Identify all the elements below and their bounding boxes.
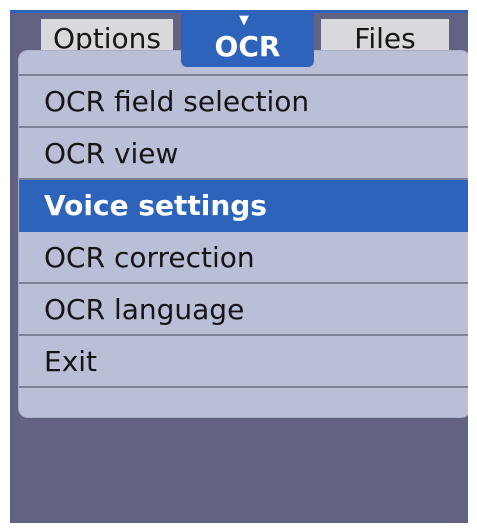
app-screen: Options Files OCR field selection OCR vi… [10, 10, 468, 523]
menu-item-label: OCR view [44, 137, 179, 170]
ocr-menu-panel: OCR field selection OCR view Voice setti… [18, 50, 468, 418]
menu-item-label: OCR field selection [44, 85, 310, 118]
menu-bottom-spacer [19, 388, 468, 417]
menu-item-ocr-view[interactable]: OCR view [19, 128, 468, 180]
tab-ocr[interactable]: ▼ OCR [181, 10, 314, 67]
menu-item-label: Voice settings [44, 189, 267, 222]
caret-down-icon: ▼ [239, 13, 249, 28]
menu-item-ocr-language[interactable]: OCR language [19, 284, 468, 336]
menu-item-label: OCR language [44, 293, 245, 326]
menu-item-voice-settings[interactable]: Voice settings [19, 180, 468, 232]
tab-ocr-label: OCR [214, 30, 281, 63]
menu-item-ocr-field-selection[interactable]: OCR field selection [19, 76, 468, 128]
menu-item-exit[interactable]: Exit [19, 336, 468, 388]
menu-item-label: OCR correction [44, 241, 255, 274]
menu-item-label: Exit [44, 345, 98, 378]
menu-item-ocr-correction[interactable]: OCR correction [19, 232, 468, 284]
